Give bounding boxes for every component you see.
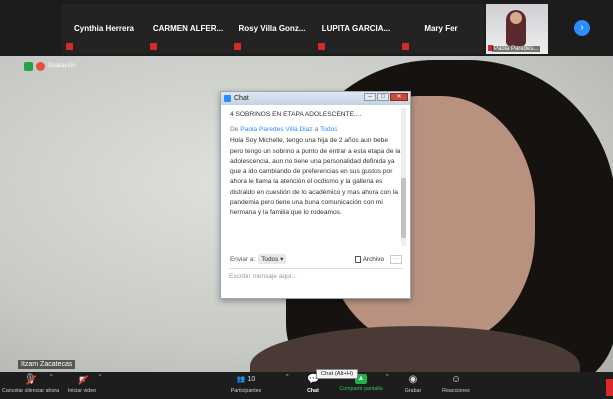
chat-label: Chat <box>307 388 319 394</box>
minimize-button[interactable]: – <box>364 93 376 101</box>
recipient-prefix: a <box>314 126 319 134</box>
participants-label: Participantes <box>230 388 262 394</box>
send-to-label: Enviar a: <box>230 255 256 263</box>
maximize-button[interactable]: □ <box>377 93 389 101</box>
next-page-button[interactable]: › <box>574 20 590 36</box>
self-view-name: Itzam Zacatecas <box>18 360 76 369</box>
participants-button[interactable]: 👥 10 Participantes <box>226 374 266 394</box>
participant-tile[interactable]: LUPITA GARCIA... <box>314 4 398 54</box>
shield-icon <box>24 61 33 71</box>
record-button[interactable]: ◉ Grabar <box>400 374 426 394</box>
sender-name: Paola Paredes Villa Diaz <box>240 126 313 134</box>
recipient-name: Todos <box>319 126 338 134</box>
chat-messages: 4 SOBRINOS EN ETAPA ADOLESCENTE.... De P… <box>230 110 402 218</box>
message-text: Hola Soy Michelle, tengo una hija de 2 a… <box>230 137 401 216</box>
participants-options-caret[interactable]: ^ <box>286 374 289 380</box>
mic-muted-icon <box>234 43 241 50</box>
participant-strip: Cynthia Herrera CARMEN ALFER... Rosy Vil… <box>0 0 613 56</box>
participant-name: Cynthia Herrera <box>73 24 135 33</box>
participant-name: LUPITA GARCIA... <box>321 24 391 33</box>
video-label: Iniciar video <box>67 388 97 394</box>
end-meeting-button[interactable] <box>606 379 613 396</box>
meeting-toolbar: 🎙 Cancelar silenciar ahora ^ ■ Iniciar v… <box>0 372 613 399</box>
chat-app-icon <box>224 95 231 102</box>
chat-scrollbar[interactable] <box>401 108 406 246</box>
mute-label: Cancelar silenciar ahora <box>2 388 60 394</box>
file-icon <box>354 255 361 263</box>
participant-face <box>510 12 522 24</box>
chat-window[interactable]: Chat – □ ✕ 4 SOBRINOS EN ETAPA ADOLESCEN… <box>220 91 411 299</box>
participants-count: 10 <box>247 376 256 383</box>
share-options-caret[interactable]: ^ <box>386 374 389 380</box>
participant-name: Mary Fer <box>424 24 458 33</box>
participant-name: Paola Paredes... <box>492 46 541 52</box>
participant-video-tile[interactable]: Paola Paredes... <box>486 4 548 54</box>
previous-message: 4 SOBRINOS EN ETAPA ADOLESCENTE.... <box>230 111 362 118</box>
file-label: Archivo <box>362 255 384 263</box>
smiley-icon: ☺ <box>450 374 462 385</box>
record-label: Grabar <box>404 388 422 394</box>
mic-muted-icon <box>402 43 409 50</box>
share-label: Compartir pantalla <box>339 386 383 392</box>
recipient-select-value: Todos <box>261 256 279 263</box>
scrollbar-thumb[interactable] <box>401 178 406 238</box>
video-button[interactable]: ■ Iniciar video <box>62 374 102 394</box>
participants-icon: 👥 10 <box>236 376 256 383</box>
message-header: De Paola Paredes Villa Diaz a Todos <box>230 125 402 135</box>
more-options-button[interactable]: ··· <box>390 254 402 264</box>
participant-name: Rosy Villa Gonz... <box>238 24 306 33</box>
participant-tile[interactable]: CARMEN ALFER... <box>146 4 230 54</box>
recipient-select[interactable]: Todos ▾ <box>258 254 287 264</box>
reactions-label: Reacciones <box>442 388 470 394</box>
video-options-caret[interactable]: ^ <box>99 374 102 380</box>
chat-tooltip: Chat (Alt+H) <box>316 369 359 379</box>
sender-prefix: De <box>230 126 239 134</box>
record-dot-icon <box>36 61 45 71</box>
chat-title: Chat <box>234 95 249 102</box>
recording-label: Grabación <box>48 63 76 69</box>
mic-muted-icon <box>318 43 325 50</box>
camera-off-icon: ■ <box>76 374 88 385</box>
participant-tile[interactable]: Mary Fer <box>398 4 484 54</box>
mic-off-icon: 🎙 <box>24 374 37 385</box>
mic-muted-icon <box>66 43 73 50</box>
file-button[interactable]: Archivo <box>354 255 384 263</box>
audio-options-caret[interactable]: ^ <box>50 374 53 380</box>
window-controls: – □ ✕ <box>364 93 408 101</box>
close-button[interactable]: ✕ <box>390 93 408 101</box>
chat-message-input[interactable]: Escribir mensaje aquí... <box>229 268 403 294</box>
recording-indicator: Grabación <box>24 61 76 71</box>
chevron-right-icon: › <box>580 22 584 33</box>
chat-title-bar[interactable]: Chat – □ ✕ <box>221 92 410 105</box>
record-icon: ◉ <box>408 374 418 385</box>
mic-muted-icon <box>150 43 157 50</box>
reactions-button[interactable]: ☺ Reacciones <box>438 374 474 394</box>
chat-footer: Enviar a: Todos ▾ Archivo ··· <box>230 254 402 264</box>
participant-tile[interactable]: Rosy Villa Gonz... <box>230 4 314 54</box>
participant-name: CARMEN ALFER... <box>152 24 224 33</box>
participant-tile[interactable]: Cynthia Herrera <box>62 4 146 54</box>
